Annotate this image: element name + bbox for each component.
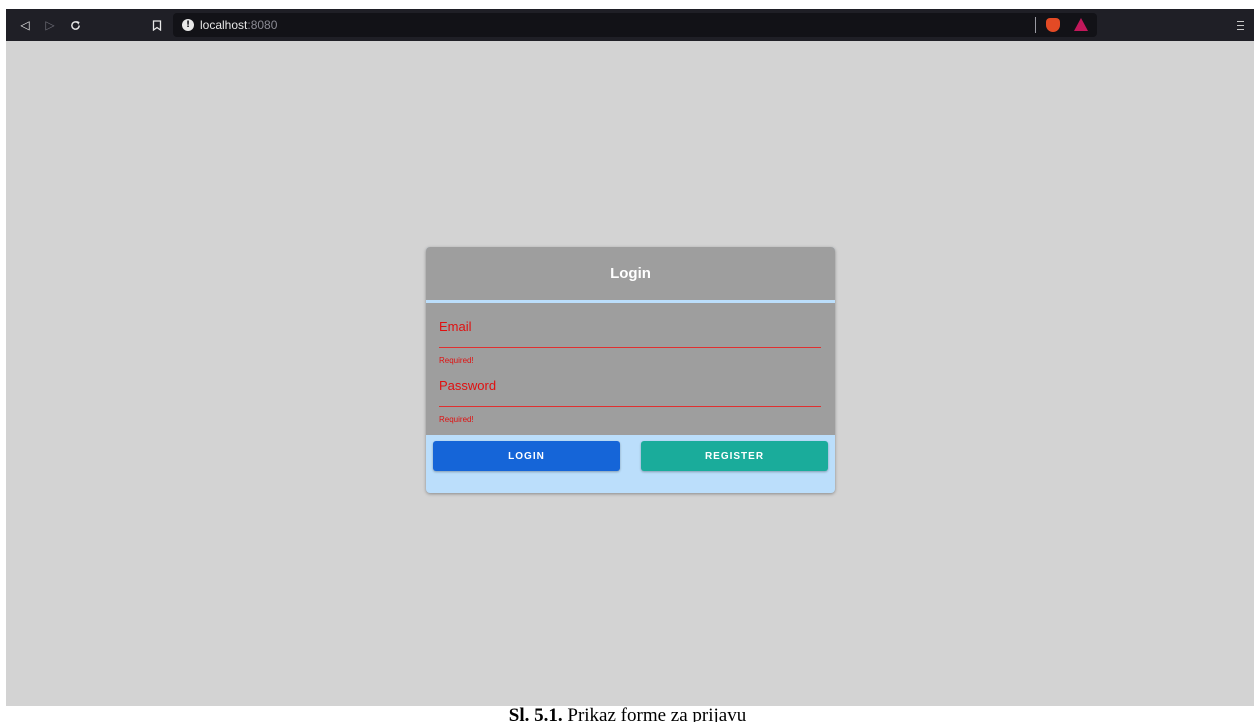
toolbar-separator [1035, 17, 1036, 33]
login-title: Login [610, 265, 651, 282]
caption-number: Sl. 5.1. [508, 705, 563, 722]
login-button[interactable]: LOGIN [433, 441, 620, 471]
caption-text: Prikaz forme za prijavu [562, 705, 747, 722]
reload-icon[interactable] [64, 9, 86, 41]
back-icon[interactable]: ◁ [14, 9, 36, 41]
email-label: Email [439, 319, 472, 334]
browser-toolbar: ◁ ▷ ! localhost:8080 [6, 9, 1254, 41]
brave-shields-icon[interactable] [1046, 18, 1060, 32]
email-input[interactable] [439, 319, 821, 341]
brave-rewards-icon[interactable] [1074, 18, 1088, 31]
bookmark-icon[interactable] [146, 9, 168, 41]
email-error: Required! [439, 356, 474, 365]
card-header: Login [426, 247, 835, 300]
password-underline [439, 406, 821, 407]
email-underline [439, 347, 821, 348]
card-body: Email Required! Password Required! [426, 303, 835, 435]
register-button[interactable]: REGISTER [641, 441, 828, 471]
forward-icon[interactable]: ▷ [39, 9, 61, 41]
site-info-icon[interactable]: ! [182, 19, 194, 31]
password-input[interactable] [439, 378, 821, 400]
url-host: localhost [200, 18, 248, 32]
menu-icon[interactable] [1230, 9, 1250, 41]
login-card: Login Email Required! Password Required!… [426, 247, 835, 493]
address-bar[interactable]: ! localhost:8080 [173, 13, 1097, 37]
url-port: :8080 [247, 18, 278, 32]
password-label: Password [439, 378, 497, 393]
figure-caption: Sl. 5.1. Prikaz forme za prijavu [0, 705, 1255, 722]
browser-window: ◁ ▷ ! localhost:8080 Login Email Require… [6, 9, 1254, 706]
password-error: Required! [439, 415, 474, 424]
